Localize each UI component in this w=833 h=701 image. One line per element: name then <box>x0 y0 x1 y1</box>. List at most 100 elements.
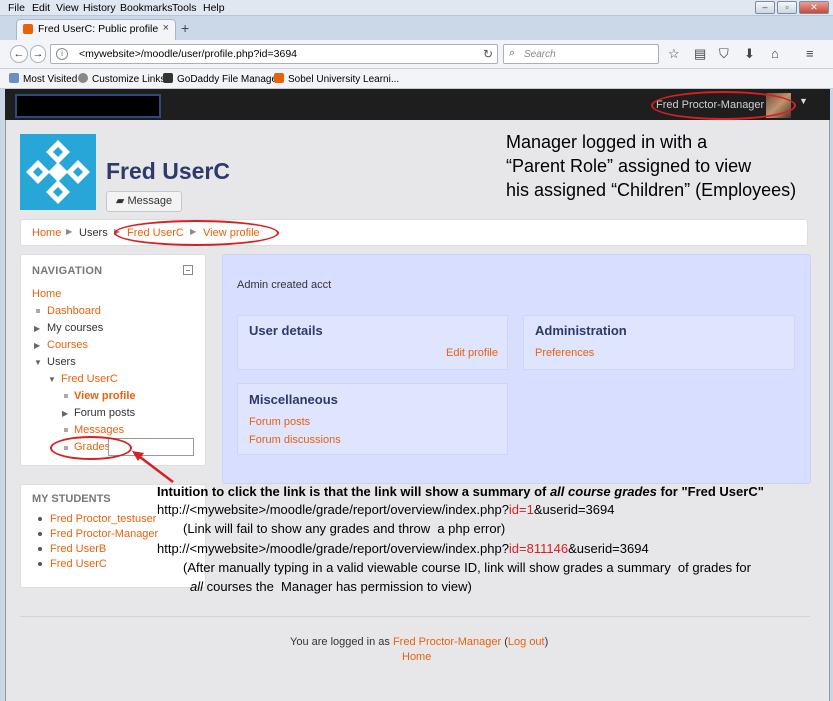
bookmark-customize-links[interactable]: Customize Links <box>78 73 165 85</box>
nav-dashboard[interactable]: Dashboard <box>47 305 101 317</box>
forum-posts-link[interactable]: Forum posts <box>249 416 310 428</box>
godaddy-icon <box>163 73 173 83</box>
menu-history[interactable]: History <box>83 2 116 14</box>
message-button[interactable]: ▰ Message <box>106 191 182 212</box>
expand-arrow-icon[interactable]: ▶ <box>34 324 40 333</box>
footer-user-link[interactable]: Fred Proctor-Manager <box>393 636 501 648</box>
navigation-title: NAVIGATION <box>32 265 103 277</box>
menu-file[interactable]: File <box>8 2 25 14</box>
miscellaneous-title: Miscellaneous <box>249 392 338 407</box>
edit-profile-link[interactable]: Edit profile <box>446 347 498 359</box>
student-link[interactable]: Fred Proctor_testuser <box>50 513 156 525</box>
minimize-icon[interactable]: – <box>755 1 775 14</box>
nav-forum-posts[interactable]: Forum posts <box>74 407 135 419</box>
moodle-icon <box>274 73 284 83</box>
url-bar[interactable]: i <mywebsite>/moodle/user/profile.php?id… <box>50 44 498 64</box>
forum-discussions-link[interactable]: Forum discussions <box>249 434 341 446</box>
close-window-icon[interactable]: ✕ <box>799 1 829 14</box>
reading-list-icon[interactable]: ▤ <box>694 46 706 62</box>
expand-arrow-icon[interactable]: ▶ <box>62 409 68 418</box>
chevron-down-icon[interactable]: ▼ <box>799 96 808 106</box>
bookmark-star-icon[interactable]: ☆ <box>668 46 680 62</box>
annotation-circle-grades <box>50 436 132 460</box>
globe-icon <box>78 73 88 83</box>
site-logo-redacted[interactable] <box>15 94 161 118</box>
breadcrumb-separator-icon: ▶ <box>66 227 73 236</box>
bullet-icon <box>64 394 68 398</box>
browser-tab[interactable]: Fred UserC: Public profile × <box>16 19 176 40</box>
user-details-title: User details <box>249 323 323 338</box>
student-link[interactable]: Fred UserC <box>50 558 107 570</box>
my-students-title: MY STUDENTS <box>32 493 111 505</box>
annotation-top: Manager logged in with a “Parent Role” a… <box>506 132 797 200</box>
footer-home-link[interactable]: Home <box>402 651 431 663</box>
new-tab-icon[interactable]: + <box>181 20 189 36</box>
administration-title: Administration <box>535 323 627 338</box>
download-icon[interactable]: ⬇ <box>744 46 755 62</box>
maximize-icon[interactable]: ▫ <box>777 1 797 14</box>
search-icon: ⌕ <box>509 47 516 59</box>
back-icon[interactable]: ← <box>10 45 28 63</box>
annotation-line-2: http://<mywebsite>/moodle/grade/report/o… <box>157 502 615 517</box>
annotation-circle-user <box>651 91 796 120</box>
bullet-icon <box>64 428 68 432</box>
pocket-icon[interactable]: ⛉ <box>719 46 729 62</box>
bullet-icon <box>38 517 42 521</box>
breadcrumb-home[interactable]: Home <box>32 227 61 239</box>
nav-my-courses[interactable]: My courses <box>47 322 103 334</box>
menu-hamburger-icon[interactable]: ≡ <box>806 46 814 61</box>
expand-arrow-icon[interactable]: ▶ <box>34 341 40 350</box>
menu-bookmarks[interactable]: Bookmarks <box>120 2 173 14</box>
annotation-line-3: (Link will fail to show any grades and t… <box>183 521 506 536</box>
profile-description: Admin created acct <box>237 279 332 291</box>
bullet-icon <box>38 532 42 536</box>
profile-picture <box>20 134 96 210</box>
bookmark-sobel[interactable]: Sobel University Learni... <box>274 73 399 85</box>
bookmark-most-visited[interactable]: Most Visited <box>9 73 77 85</box>
collapse-arrow-icon[interactable]: ▼ <box>34 358 42 367</box>
search-input[interactable]: ⌕ Search <box>503 44 659 64</box>
student-link[interactable]: Fred UserB <box>50 543 106 555</box>
nav-messages[interactable]: Messages <box>74 424 124 436</box>
collapse-arrow-icon[interactable]: ▼ <box>48 375 56 384</box>
folder-icon <box>9 73 19 83</box>
url-text[interactable]: <mywebsite>/moodle/user/profile.php?id=3… <box>79 48 297 60</box>
nav-courses[interactable]: Courses <box>47 339 88 351</box>
bullet-icon <box>38 562 42 566</box>
annotation-line-1: Intuition to click the link is that the … <box>157 484 764 499</box>
menu-tools[interactable]: Tools <box>172 2 197 14</box>
forward-icon[interactable]: → <box>30 45 46 63</box>
site-info-icon[interactable]: i <box>56 48 68 60</box>
close-tab-icon[interactable]: × <box>163 22 169 34</box>
login-info: You are logged in as Fred Proctor-Manage… <box>290 636 549 648</box>
student-link[interactable]: Fred Proctor-Manager <box>50 528 158 540</box>
nav-home[interactable]: Home <box>32 288 61 300</box>
window-controls: – ▫ ✕ <box>755 1 829 14</box>
logout-link[interactable]: Log out <box>508 636 545 648</box>
bookmark-godaddy[interactable]: GoDaddy File Manager <box>163 73 280 85</box>
annotation-arrow-icon <box>132 451 174 483</box>
menu-edit[interactable]: Edit <box>32 2 50 14</box>
annotation-line-5: (After manually typing in a valid viewab… <box>183 560 751 575</box>
home-icon[interactable]: ⌂ <box>771 46 779 61</box>
breadcrumb-users: Users <box>79 227 108 239</box>
bullet-icon <box>36 309 40 313</box>
bullet-icon <box>38 547 42 551</box>
annotation-line-4: http://<mywebsite>/moodle/grade/report/o… <box>157 541 649 556</box>
nav-view-profile[interactable]: View profile <box>74 390 136 402</box>
moodle-favicon-icon <box>23 24 33 34</box>
search-placeholder: Search <box>524 49 556 60</box>
speech-bubble-icon: ▰ <box>115 195 128 207</box>
annotation-line-6: all courses the Manager has permission t… <box>190 579 472 594</box>
menu-view[interactable]: View <box>56 2 79 14</box>
nav-fred-userc[interactable]: Fred UserC <box>61 373 118 385</box>
profile-name: Fred UserC <box>106 158 230 184</box>
dock-block-icon[interactable] <box>183 265 193 275</box>
tab-title: Fred UserC: Public profile <box>38 23 159 35</box>
nav-users[interactable]: Users <box>47 356 76 368</box>
reload-icon[interactable]: ↻ <box>483 47 493 61</box>
annotation-circle-breadcrumb <box>114 220 279 246</box>
preferences-link[interactable]: Preferences <box>535 347 594 359</box>
footer-divider <box>20 616 810 617</box>
menu-help[interactable]: Help <box>203 2 225 14</box>
